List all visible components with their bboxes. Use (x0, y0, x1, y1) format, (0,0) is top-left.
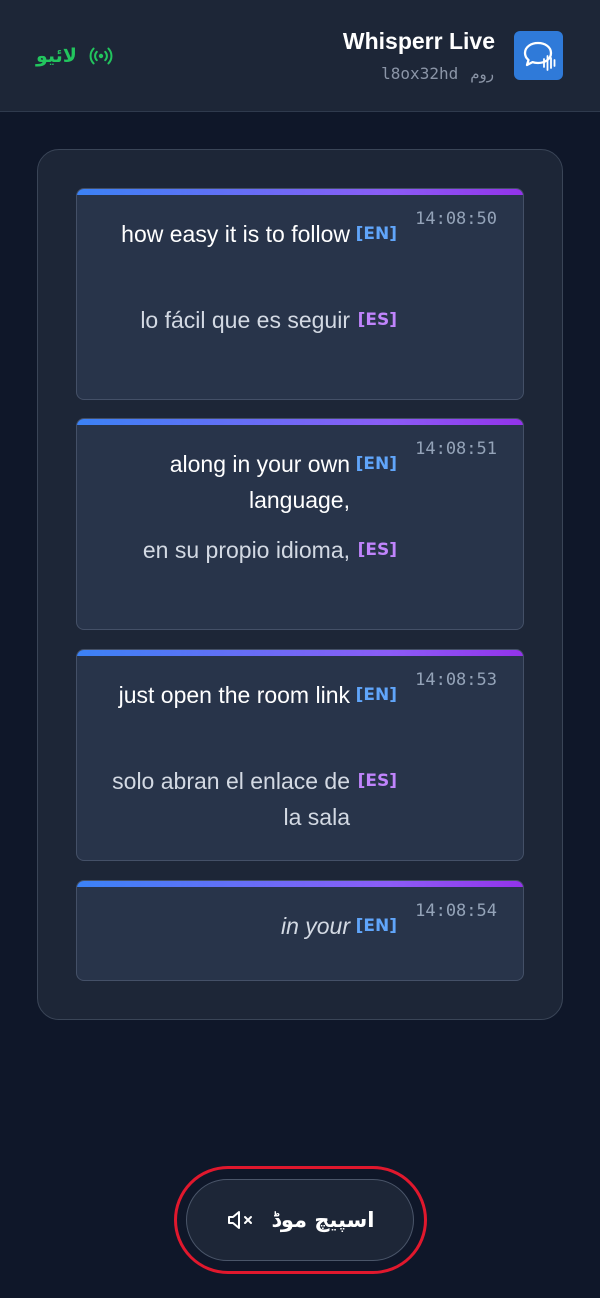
card-timestamp: 14:08:54 (415, 901, 497, 921)
lang-tag-en: [EN] (355, 916, 397, 936)
card-timestamp: 14:08:53 (415, 670, 497, 690)
translation-text: en su propio idioma, [ES] (110, 532, 397, 568)
source-text: how easy it is to follow [EN] (110, 216, 397, 252)
card-accent-bar (77, 650, 523, 656)
lang-tag-en: [EN] (355, 454, 397, 474)
room-label: روم (470, 65, 494, 83)
card-accent-bar (77, 189, 523, 195)
speech-mode-label: اسپیچ موڈ (271, 1208, 375, 1232)
source-text: along in your own language, [EN] (110, 446, 397, 518)
card-timestamp: 14:08:51 (415, 439, 497, 459)
card-accent-bar (77, 881, 523, 887)
card-timestamp: 14:08:50 (415, 209, 497, 229)
translation-text: lo fácil que es seguir [ES] (110, 302, 397, 338)
live-status: لائیو (36, 42, 113, 70)
room-info: l8ox32hd روم (381, 64, 494, 83)
live-label: لائیو (36, 45, 77, 67)
broadcast-icon (89, 46, 113, 66)
transcript-card: 14:08:53 just open the room link [EN] so… (76, 649, 524, 861)
translation-text: solo abran el enlace de la sala [ES] (110, 763, 397, 835)
transcript-card-interim: 14:08:54 in your [EN] (76, 880, 524, 981)
chat-waveform-icon (514, 31, 563, 80)
card-accent-bar (77, 419, 523, 425)
lang-tag-es: [ES] (357, 310, 397, 330)
source-text: just open the room link [EN] (110, 677, 397, 713)
transcript-card: 14:08:50 how easy it is to follow [EN] l… (76, 188, 524, 400)
speech-mode-button[interactable]: اسپیچ موڈ (186, 1179, 414, 1261)
room-id: l8ox32hd (381, 64, 459, 83)
lang-tag-en: [EN] (355, 224, 397, 244)
lang-tag-es: [ES] (357, 771, 397, 791)
app-title: Whisperr Live (342, 28, 495, 54)
transcript-card: 14:08:51 along in your own language, [EN… (76, 418, 524, 630)
interim-source-text: in your [EN] (110, 908, 397, 944)
lang-tag-en: [EN] (355, 685, 397, 705)
app-header: Whisperr Live l8ox32hd روم لائیو (0, 0, 600, 112)
lang-tag-es: [ES] (357, 540, 397, 560)
speaker-muted-icon (226, 1209, 256, 1231)
